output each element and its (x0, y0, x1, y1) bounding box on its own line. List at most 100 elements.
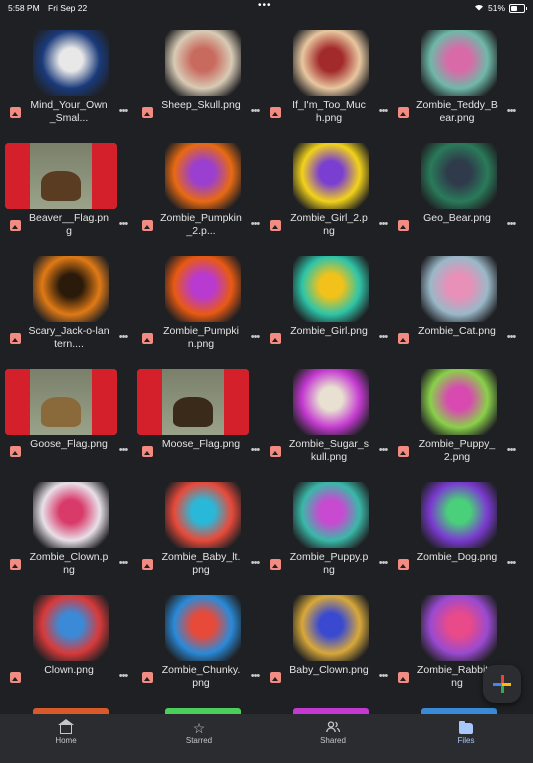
nav-files-label: Files (457, 736, 475, 745)
more-options-icon[interactable]: ••• (376, 218, 390, 230)
image-file-icon (398, 672, 409, 683)
file-thumbnail[interactable] (165, 30, 241, 96)
more-options-icon[interactable]: ••• (376, 670, 390, 682)
more-options-icon[interactable]: ••• (116, 105, 130, 117)
file-thumbnail[interactable] (421, 30, 497, 96)
file-thumbnail[interactable] (5, 369, 117, 435)
file-thumbnail[interactable] (5, 143, 117, 209)
file-item[interactable]: If_I'm_Too_Much.png ••• (264, 16, 392, 124)
file-thumbnail[interactable] (293, 595, 369, 661)
nav-files[interactable]: Files (426, 714, 506, 763)
file-name: Zombie_Cat.png (418, 325, 496, 337)
file-name: Clown.png (44, 664, 94, 676)
file-item[interactable]: Zombie_Pumpkin.png ••• (136, 242, 264, 350)
nav-starred[interactable]: ☆ Starred (159, 714, 239, 763)
file-name: Geo_Bear.png (423, 212, 491, 224)
more-options-icon[interactable]: ••• (248, 331, 262, 343)
multitask-dots-icon[interactable]: ••• (258, 0, 272, 11)
image-file-icon (10, 446, 21, 457)
file-thumbnail[interactable] (137, 369, 249, 435)
file-thumbnail[interactable] (421, 256, 497, 322)
file-item[interactable]: Zombie_Chunky.png ••• (136, 581, 264, 689)
file-thumbnail[interactable] (421, 595, 497, 661)
more-options-icon[interactable]: ••• (116, 331, 130, 343)
file-thumbnail[interactable] (165, 482, 241, 548)
file-item[interactable]: Zombie_Cat.png ••• (392, 242, 520, 350)
file-thumbnail[interactable] (165, 595, 241, 661)
more-options-icon[interactable]: ••• (248, 105, 262, 117)
file-item[interactable]: Zombie_Girl.png ••• (264, 242, 392, 350)
more-options-icon[interactable]: ••• (248, 557, 262, 569)
status-time: 5:58 PM (8, 3, 40, 13)
file-item[interactable]: Scary_Jack-o-lantern.... ••• (4, 242, 132, 350)
file-thumbnail[interactable] (33, 256, 109, 322)
battery-level (511, 5, 518, 11)
file-name: Zombie_Dog.png (416, 551, 498, 563)
more-options-icon[interactable]: ••• (248, 670, 262, 682)
image-file-icon (398, 559, 409, 570)
more-options-icon[interactable]: ••• (376, 105, 390, 117)
file-thumbnail[interactable] (421, 482, 497, 548)
more-options-icon[interactable]: ••• (504, 444, 518, 456)
file-thumbnail[interactable] (165, 256, 241, 322)
file-thumbnail[interactable] (165, 143, 241, 209)
image-file-icon (270, 672, 281, 683)
file-name: Goose_Flag.png (30, 438, 108, 450)
file-item[interactable]: Zombie_Dog.png ••• (392, 468, 520, 576)
bottom-navigation: Home ☆ Starred Shared Files (0, 714, 533, 763)
file-name: Beaver__Flag.png (29, 212, 109, 237)
file-item[interactable]: Mind_Your_Own_Smal... ••• (4, 16, 132, 124)
file-item[interactable]: Clown.png ••• (4, 581, 132, 689)
file-thumbnail[interactable] (293, 143, 369, 209)
file-item[interactable]: Zombie_Girl_2.png ••• (264, 129, 392, 237)
file-thumbnail[interactable] (421, 143, 497, 209)
file-item[interactable]: Baby_Clown.png ••• (264, 581, 392, 689)
more-options-icon[interactable]: ••• (504, 218, 518, 230)
more-options-icon[interactable]: ••• (248, 218, 262, 230)
more-options-icon[interactable]: ••• (376, 444, 390, 456)
image-file-icon (270, 333, 281, 344)
wifi-icon (474, 3, 484, 13)
file-name: Scary_Jack-o-lantern.... (28, 325, 110, 350)
file-item[interactable]: Zombie_Teddy_Bear.png ••• (392, 16, 520, 124)
nav-shared[interactable]: Shared (293, 714, 373, 763)
file-thumbnail[interactable] (33, 595, 109, 661)
more-options-icon[interactable]: ••• (504, 331, 518, 343)
file-item[interactable]: Zombie_Clown.png ••• (4, 468, 132, 576)
image-file-icon (142, 220, 153, 231)
file-item[interactable]: Zombie_Puppy_2.png ••• (392, 355, 520, 463)
image-file-icon (142, 559, 153, 570)
more-options-icon[interactable]: ••• (116, 670, 130, 682)
file-item[interactable]: Zombie_Pumpkin_2.p... ••• (136, 129, 264, 237)
file-item[interactable]: Zombie_Sugar_skull.png ••• (264, 355, 392, 463)
more-options-icon[interactable]: ••• (116, 557, 130, 569)
file-thumbnail[interactable] (421, 369, 497, 435)
file-item[interactable]: Sheep_Skull.png ••• (136, 16, 264, 124)
file-item[interactable]: Zombie_Puppy.png ••• (264, 468, 392, 576)
more-options-icon[interactable]: ••• (248, 444, 262, 456)
more-options-icon[interactable]: ••• (504, 105, 518, 117)
file-thumbnail[interactable] (293, 30, 369, 96)
file-item[interactable]: Goose_Flag.png ••• (4, 355, 132, 463)
image-file-icon (10, 107, 21, 118)
file-thumbnail[interactable] (293, 482, 369, 548)
file-item[interactable]: Beaver__Flag.png ••• (4, 129, 132, 237)
file-item[interactable]: Geo_Bear.png ••• (392, 129, 520, 237)
image-file-icon (398, 446, 409, 457)
file-thumbnail[interactable] (33, 30, 109, 96)
new-button[interactable] (483, 665, 521, 703)
more-options-icon[interactable]: ••• (376, 331, 390, 343)
file-item[interactable]: Moose_Flag.png ••• (136, 355, 264, 463)
file-name: Zombie_Pumpkin.png (163, 325, 239, 350)
file-name: Zombie_Chunky.png (161, 664, 241, 689)
more-options-icon[interactable]: ••• (116, 218, 130, 230)
more-options-icon[interactable]: ••• (376, 557, 390, 569)
nav-home[interactable]: Home (26, 714, 106, 763)
file-thumbnail[interactable] (293, 369, 369, 435)
file-item[interactable]: Zombie_Baby_lt.png ••• (136, 468, 264, 576)
image-file-icon (270, 220, 281, 231)
file-thumbnail[interactable] (33, 482, 109, 548)
more-options-icon[interactable]: ••• (116, 444, 130, 456)
file-thumbnail[interactable] (293, 256, 369, 322)
more-options-icon[interactable]: ••• (504, 557, 518, 569)
